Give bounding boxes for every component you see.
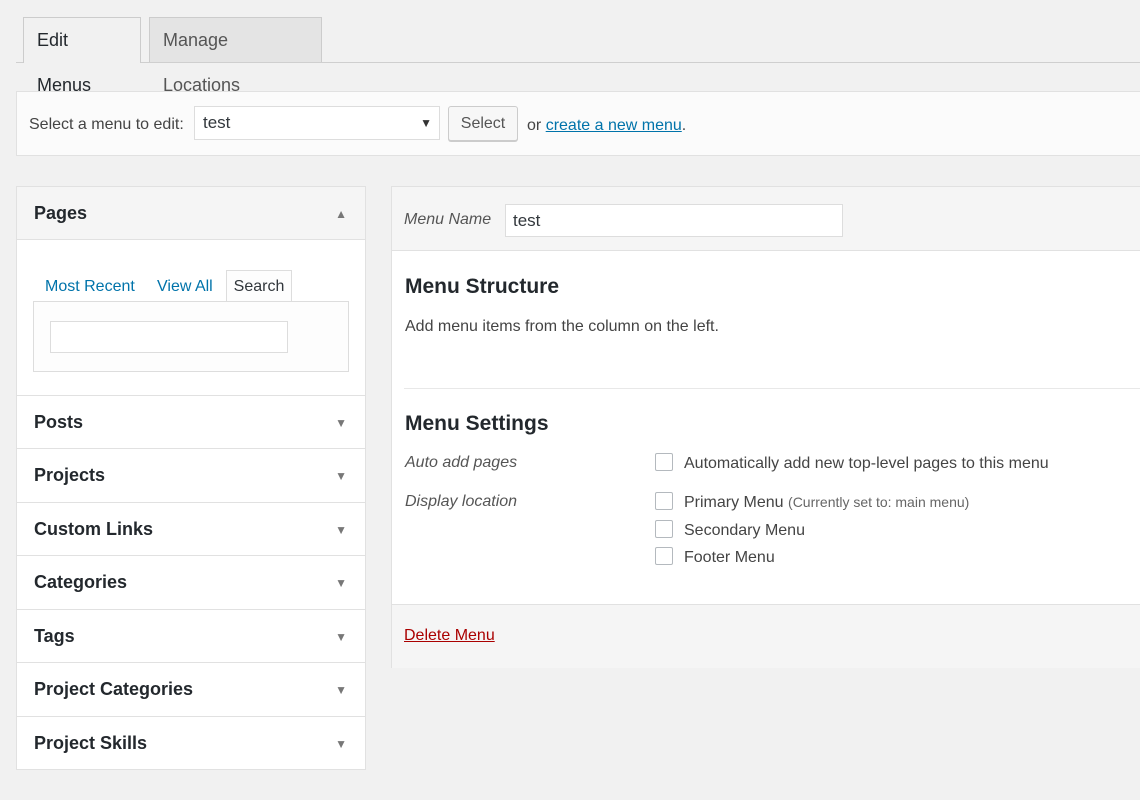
primary-menu-label: Primary Menu xyxy=(684,494,784,511)
accordion-section-label: Categories xyxy=(34,572,128,592)
select-menu-label: Select a menu to edit: xyxy=(29,116,184,133)
accordion-pages-title: Pages xyxy=(34,203,88,223)
create-new-menu-link[interactable]: create a new menu xyxy=(546,117,682,134)
add-menu-items-accordion: Pages ▲ Most Recent View All Search Post… xyxy=(16,186,366,770)
expand-arrow-icon: ▼ xyxy=(335,630,347,644)
secondary-menu-checkbox[interactable] xyxy=(655,520,673,538)
tab-manage-locations[interactable]: Manage Locations xyxy=(149,17,322,95)
delete-menu-link[interactable]: Delete Menu xyxy=(404,627,495,645)
period-text: . xyxy=(681,117,687,134)
tab-edit-menus[interactable]: Edit Menus xyxy=(23,17,141,95)
menu-edit-panel: Menu Name test Menu Structure Add menu i… xyxy=(391,186,1140,668)
expand-arrow-icon: ▼ xyxy=(335,523,347,537)
footer-menu-checkbox[interactable] xyxy=(655,547,673,565)
pages-search-input[interactable] xyxy=(50,321,288,353)
accordion-project-skills[interactable]: Project Skills ▼ xyxy=(17,716,365,769)
accordion-section-label: Projects xyxy=(34,465,106,485)
expand-arrow-icon: ▼ xyxy=(335,469,347,483)
or-text: or xyxy=(527,117,542,134)
menu-select-value: test xyxy=(203,113,231,132)
auto-add-option-label: Automatically add new top-level pages to… xyxy=(684,455,1049,472)
accordion-section-label: Posts xyxy=(34,412,84,432)
auto-add-pages-label: Auto add pages xyxy=(405,454,518,471)
menu-name-label: Menu Name xyxy=(404,211,492,228)
dropdown-arrow-icon: ▼ xyxy=(420,116,432,130)
expand-arrow-icon: ▼ xyxy=(335,576,347,590)
accordion-section-label: Project Categories xyxy=(34,679,194,699)
tab-search[interactable]: Search xyxy=(226,270,292,302)
accordion-section-label: Tags xyxy=(34,626,75,646)
accordion-posts[interactable]: Posts ▼ xyxy=(17,395,365,448)
display-location-label: Display location xyxy=(405,493,518,510)
accordion-section-label: Custom Links xyxy=(34,519,154,539)
tab-most-recent[interactable]: Most Recent xyxy=(45,278,135,296)
menu-name-header: Menu Name test xyxy=(392,187,1140,251)
menu-structure-desc: Add menu items from the column on the le… xyxy=(405,318,719,335)
accordion-projects[interactable]: Projects ▼ xyxy=(17,448,365,501)
or-text-line: or create a new menu. xyxy=(527,117,686,135)
expand-arrow-icon: ▼ xyxy=(335,416,347,430)
section-divider xyxy=(404,388,1140,389)
select-button[interactable]: Select xyxy=(448,106,518,141)
menu-edit-footer: Delete Menu xyxy=(392,604,1140,668)
accordion-pages-header[interactable]: Pages ▲ xyxy=(17,187,365,240)
footer-menu-label: Footer Menu xyxy=(684,549,775,566)
collapse-arrow-icon: ▲ xyxy=(335,207,347,221)
accordion-tags[interactable]: Tags ▼ xyxy=(17,609,365,662)
menu-name-input[interactable]: test xyxy=(505,204,843,237)
accordion-project-categories[interactable]: Project Categories ▼ xyxy=(17,662,365,715)
menu-settings-title: Menu Settings xyxy=(405,412,549,435)
expand-arrow-icon: ▼ xyxy=(335,737,347,751)
expand-arrow-icon: ▼ xyxy=(335,683,347,697)
secondary-menu-label: Secondary Menu xyxy=(684,522,805,539)
menu-select-dropdown[interactable]: test ▼ xyxy=(194,106,440,140)
tab-view-all[interactable]: View All xyxy=(157,278,213,296)
accordion-categories[interactable]: Categories ▼ xyxy=(17,555,365,608)
accordion-section-label: Project Skills xyxy=(34,733,148,753)
accordion-custom-links[interactable]: Custom Links ▼ xyxy=(17,502,365,555)
menu-structure-title: Menu Structure xyxy=(405,275,560,298)
pages-search-panel xyxy=(33,301,349,372)
select-menu-bar: Select a menu to edit: test ▼ Select or … xyxy=(16,91,1140,156)
auto-add-checkbox[interactable] xyxy=(655,453,673,471)
primary-menu-checkbox[interactable] xyxy=(655,492,673,510)
primary-menu-note: (Currently set to: main menu) xyxy=(788,494,970,510)
primary-menu-option: Primary Menu (Currently set to: main men… xyxy=(684,494,969,512)
